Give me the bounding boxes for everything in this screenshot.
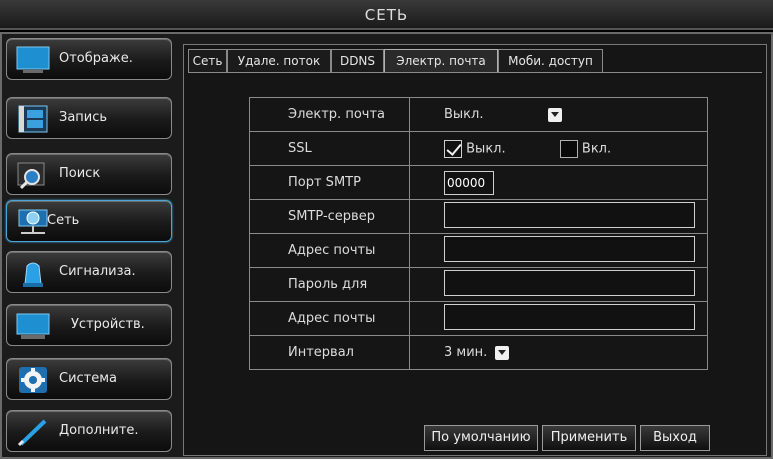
sidebar-item-record[interactable]: Запись — [6, 97, 172, 139]
recipient-address-label: Адрес почты — [249, 301, 410, 336]
exit-button[interactable]: Выход — [640, 425, 710, 451]
password-cell — [409, 267, 708, 302]
form-row-smtp-server: SMTP-сервер — [249, 199, 708, 234]
sidebar-item-label: Поиск — [59, 166, 101, 181]
sidebar: Отображе. Запись Поиск Сеть Сигнализа. У… — [6, 38, 174, 454]
sidebar-item-advanced[interactable]: Дополните. — [6, 410, 172, 452]
monitor-icon — [16, 46, 50, 73]
sidebar-item-label: Отображе. — [59, 51, 133, 66]
form-row-email: Электр. почта Выкл. — [249, 97, 708, 132]
form-row-interval: Интервал 3 мин. — [249, 335, 708, 370]
ssl-off-label: Выкл. — [466, 141, 506, 156]
network-globe-icon — [18, 209, 48, 234]
magnifier-icon — [17, 162, 45, 190]
sender-address-label: Адрес почты — [249, 233, 410, 268]
smtp-port-cell: 00000 — [409, 165, 708, 200]
ssl-on-label: Вкл. — [581, 141, 612, 156]
film-icon — [18, 105, 48, 133]
email-label: Электр. почта — [249, 97, 410, 132]
gear-icon — [19, 367, 47, 393]
ssl-off-checkbox[interactable] — [444, 139, 462, 158]
sidebar-item-system[interactable]: Система — [6, 358, 172, 400]
sidebar-item-alarm[interactable]: Сигнализа. — [6, 251, 172, 293]
interval-select[interactable]: 3 мин. — [409, 335, 708, 370]
sidebar-item-label: Система — [59, 371, 118, 386]
ssl-on-checkbox[interactable] — [559, 139, 578, 158]
smtp-port-input[interactable]: 00000 — [444, 170, 494, 195]
tab-email[interactable]: Электр. почта — [384, 49, 498, 73]
sidebar-item-label: Сеть — [47, 213, 80, 228]
interval-label: Интервал — [249, 335, 410, 370]
device-monitor-icon — [16, 313, 50, 339]
sidebar-item-label: Запись — [59, 110, 108, 125]
window-title: СЕТЬ — [0, 0, 773, 30]
sidebar-item-label: Дополните. — [59, 423, 139, 438]
email-settings-panel: Сеть Удале. поток DDNS Электр. почта Моб… — [183, 44, 767, 456]
email-enable-value: Выкл. — [444, 107, 484, 122]
sender-address-cell — [409, 233, 708, 268]
form-row-recipient: Адрес почты — [249, 301, 708, 336]
sidebar-item-label: Сигнализа. — [59, 264, 136, 279]
smtp-server-label: SMTP-сервер — [249, 199, 410, 234]
pen-icon — [17, 419, 47, 447]
tab-divider — [188, 72, 762, 73]
form-row-sender: Адрес почты — [249, 233, 708, 268]
sidebar-item-label: Устройств. — [71, 317, 145, 332]
form-row-password: Пароль для — [249, 267, 708, 302]
sender-address-input[interactable] — [444, 235, 695, 262]
smtp-server-cell — [409, 199, 708, 234]
sidebar-item-search[interactable]: Поиск — [6, 153, 172, 195]
tab-ddns[interactable]: DDNS — [331, 49, 384, 73]
recipient-address-cell — [409, 301, 708, 336]
interval-value: 3 мин. — [444, 345, 488, 360]
sidebar-item-devices[interactable]: Устройств. — [6, 304, 172, 346]
tab-mobile-access[interactable]: Моби. доступ — [498, 49, 603, 73]
tab-remote-stream[interactable]: Удале. поток — [227, 49, 331, 73]
tab-network[interactable]: Сеть — [188, 49, 227, 73]
form-row-smtp-port: Порт SMTP 00000 — [249, 165, 708, 200]
smtp-port-label: Порт SMTP — [249, 165, 410, 200]
ssl-options: Выкл. Вкл. — [409, 131, 708, 166]
default-button[interactable]: По умолчанию — [424, 425, 538, 451]
password-input[interactable] — [444, 269, 695, 296]
ssl-label: SSL — [249, 131, 410, 166]
password-label: Пароль для — [249, 267, 410, 302]
sidebar-item-display[interactable]: Отображе. — [6, 38, 172, 80]
form-row-ssl: SSL Выкл. Вкл. — [249, 131, 708, 166]
sidebar-item-network[interactable]: Сеть — [6, 200, 172, 242]
email-enable-select[interactable]: Выкл. — [409, 97, 708, 132]
apply-button[interactable]: Применить — [542, 425, 636, 451]
recipient-address-input[interactable] — [444, 303, 695, 330]
chevron-down-icon[interactable] — [547, 107, 562, 122]
chevron-down-icon[interactable] — [495, 345, 510, 360]
smtp-server-input[interactable] — [444, 201, 695, 228]
email-settings-form: Электр. почта Выкл. SSL Выкл. Вкл. Порт … — [249, 97, 708, 370]
siren-icon — [23, 262, 43, 287]
